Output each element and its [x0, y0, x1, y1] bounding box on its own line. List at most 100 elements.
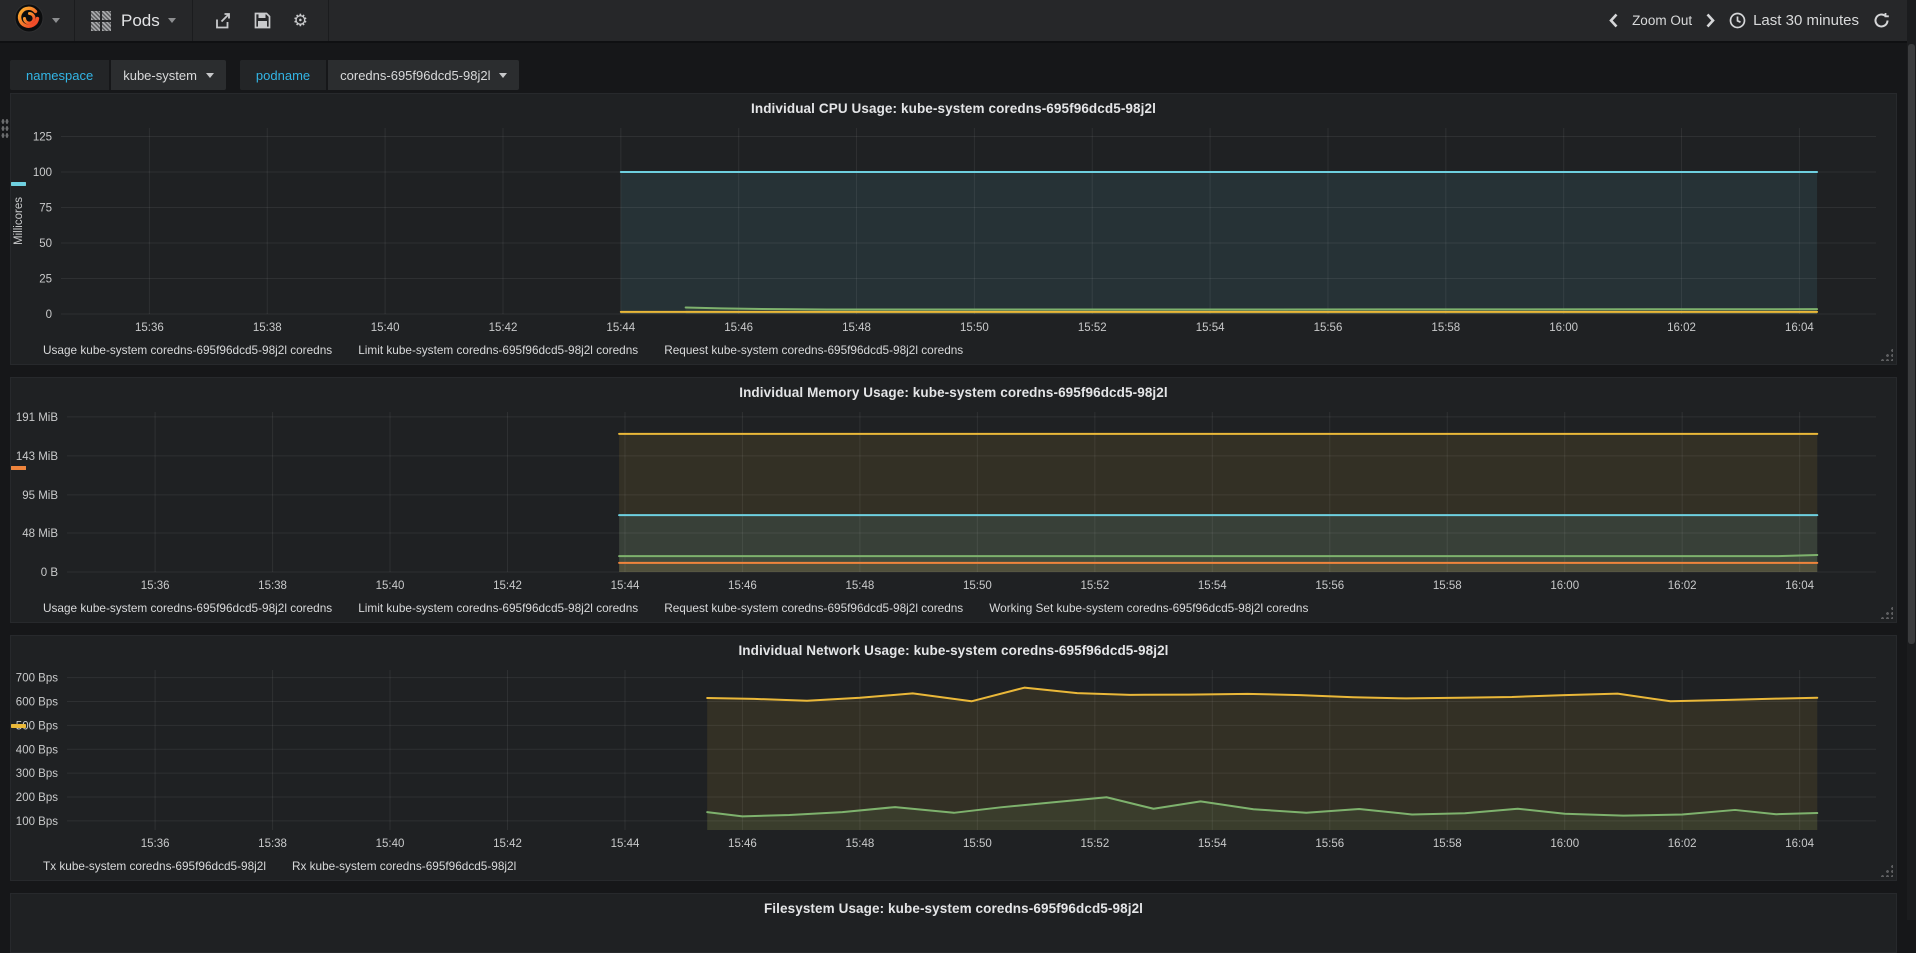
svg-text:95 MiB: 95 MiB — [22, 490, 58, 502]
legend-color-dash-icon — [11, 182, 26, 186]
legend-item[interactable]: Rx kube-system coredns-695f96dcd5-98j2l — [11, 724, 517, 873]
svg-text:25: 25 — [39, 274, 52, 286]
row-drag-handle[interactable] — [1, 118, 9, 140]
grafana-menu-button[interactable] — [0, 0, 75, 41]
legend-item[interactable]: Usage kube-system coredns-695f96dcd5-98j… — [11, 466, 333, 615]
svg-text:15:50: 15:50 — [963, 580, 992, 592]
svg-text:15:36: 15:36 — [141, 838, 170, 850]
svg-text:16:04: 16:04 — [1785, 580, 1814, 592]
svg-text:15:44: 15:44 — [611, 838, 640, 850]
svg-text:100: 100 — [33, 167, 52, 179]
network-chart-legend: Tx kube-system coredns-695f96dcd5-98j2l R… — [11, 724, 1896, 876]
chevron-down-icon — [205, 72, 214, 78]
svg-text:15:52: 15:52 — [1080, 580, 1109, 592]
svg-text:16:02: 16:02 — [1668, 838, 1697, 850]
save-button[interactable] — [254, 12, 271, 29]
svg-text:700 Bps: 700 Bps — [16, 673, 58, 685]
svg-text:125: 125 — [33, 132, 52, 144]
legend-label: Usage kube-system coredns-695f96dcd5-98j… — [43, 601, 333, 615]
cpu-usage-chart[interactable]: 0 25 50 75 100 125 15:36 15:38 15:40 15:42 15:44 15… — [11, 120, 1896, 338]
panel-title[interactable]: Filesystem Usage: kube-system coredns-69… — [11, 894, 1896, 920]
variable-podname-value[interactable]: coredns-695f96dcd5-98j2l — [328, 60, 520, 90]
svg-text:15:58: 15:58 — [1433, 838, 1462, 850]
svg-text:15:46: 15:46 — [728, 580, 757, 592]
time-range-picker[interactable]: Last 30 minutes — [1729, 12, 1859, 29]
network-usage-chart[interactable]: 100 Bps 200 Bps 300 Bps 400 Bps 500 Bps 600 B… — [11, 662, 1896, 854]
svg-text:0: 0 — [46, 309, 52, 321]
svg-text:16:02: 16:02 — [1668, 580, 1697, 592]
dashboard-body: Individual CPU Usage: kube-system coredn… — [0, 88, 1916, 953]
variable-value-text: coredns-695f96dcd5-98j2l — [340, 67, 491, 83]
svg-text:15:48: 15:48 — [842, 322, 871, 334]
svg-text:15:52: 15:52 — [1078, 322, 1107, 334]
dashboard-picker[interactable]: Pods — [75, 0, 193, 41]
variable-namespace-value[interactable]: kube-system — [111, 60, 226, 90]
svg-text:15:58: 15:58 — [1431, 322, 1460, 334]
svg-text:15:54: 15:54 — [1198, 580, 1227, 592]
svg-text:15:48: 15:48 — [846, 838, 875, 850]
svg-text:16:04: 16:04 — [1785, 838, 1814, 850]
time-controls: Zoom Out Last 30 minutes — [1609, 0, 1916, 41]
svg-text:15:54: 15:54 — [1198, 838, 1227, 850]
scrollbar-thumb[interactable] — [1908, 44, 1915, 644]
legend-item[interactable]: Limit kube-system coredns-695f96dcd5-98j… — [11, 466, 639, 615]
panel-title[interactable]: Individual Memory Usage: kube-system cor… — [11, 378, 1896, 404]
legend-item[interactable]: Working Set kube-system coredns-695f96dc… — [11, 466, 1308, 615]
legend-label: Limit kube-system coredns-695f96dcd5-98j… — [358, 601, 639, 615]
panel-title[interactable]: Individual CPU Usage: kube-system coredn… — [11, 94, 1896, 120]
svg-text:15:44: 15:44 — [611, 580, 640, 592]
chevron-down-icon — [52, 18, 60, 23]
legend-label: Request kube-system coredns-695f96dcd5-9… — [664, 601, 964, 615]
svg-text:300 Bps: 300 Bps — [16, 768, 58, 780]
svg-text:15:42: 15:42 — [493, 580, 522, 592]
svg-text:15:42: 15:42 — [489, 322, 518, 334]
legend-item[interactable]: Limit kube-system coredns-695f96dcd5-98j… — [11, 182, 638, 357]
chevron-down-icon — [167, 18, 176, 23]
time-forward-button[interactable] — [1706, 13, 1715, 28]
memory-usage-chart[interactable]: 0 B 48 MiB 95 MiB 143 MiB 191 MiB 15:36 15:38 1… — [11, 404, 1896, 596]
panel-title[interactable]: Individual Network Usage: kube-system co… — [11, 636, 1896, 662]
legend-item[interactable]: Usage kube-system coredns-695f96dcd5-98j… — [11, 182, 332, 357]
legend-item[interactable]: Tx kube-system coredns-695f96dcd5-98j2l — [11, 724, 266, 873]
svg-text:15:44: 15:44 — [606, 322, 635, 334]
panel-memory: Individual Memory Usage: kube-system cor… — [10, 377, 1897, 623]
svg-text:0 B: 0 B — [41, 567, 59, 579]
svg-text:600 Bps: 600 Bps — [16, 697, 58, 709]
legend-item[interactable]: Request kube-system coredns-695f96dcd5-9… — [11, 466, 964, 615]
legend-item[interactable]: Request kube-system coredns-695f96dcd5-9… — [11, 182, 964, 357]
svg-text:15:54: 15:54 — [1196, 322, 1225, 334]
share-icon — [215, 12, 230, 28]
time-back-button[interactable] — [1609, 13, 1618, 28]
svg-text:15:40: 15:40 — [376, 838, 405, 850]
zoom-out-button[interactable]: Zoom Out — [1632, 13, 1692, 28]
chevron-right-icon — [1706, 13, 1715, 28]
svg-text:15:40: 15:40 — [371, 322, 400, 334]
grafana-logo-icon — [14, 3, 44, 38]
panel-filesystem: Filesystem Usage: kube-system coredns-69… — [10, 893, 1897, 953]
svg-text:15:48: 15:48 — [846, 580, 875, 592]
svg-text:16:02: 16:02 — [1667, 322, 1696, 334]
svg-text:16:00: 16:00 — [1550, 838, 1579, 850]
page-scrollbar — [1907, 0, 1916, 920]
chevron-left-icon — [1609, 13, 1618, 28]
settings-button[interactable]: ⚙ — [293, 12, 308, 29]
dashboard-title: Pods — [121, 10, 160, 30]
memory-chart-legend: Usage kube-system coredns-695f96dcd5-98j… — [11, 466, 1896, 618]
variable-podname-label[interactable]: podname — [239, 60, 327, 90]
legend-label: Request kube-system coredns-695f96dcd5-9… — [664, 343, 964, 357]
svg-text:15:38: 15:38 — [253, 322, 282, 334]
clock-icon — [1729, 12, 1746, 29]
refresh-icon — [1874, 13, 1889, 28]
legend-label: Rx kube-system coredns-695f96dcd5-98j2l — [291, 859, 517, 873]
svg-text:15:38: 15:38 — [258, 580, 287, 592]
refresh-button[interactable] — [1873, 12, 1890, 29]
legend-color-dash-icon — [11, 724, 26, 728]
svg-text:15:56: 15:56 — [1315, 838, 1344, 850]
svg-text:48 MiB: 48 MiB — [22, 528, 58, 540]
svg-text:75: 75 — [39, 203, 52, 215]
svg-text:15:52: 15:52 — [1080, 838, 1109, 850]
svg-text:100 Bps: 100 Bps — [16, 816, 58, 828]
svg-text:143 MiB: 143 MiB — [16, 451, 59, 463]
variable-namespace-label[interactable]: namespace — [10, 60, 110, 90]
share-button[interactable] — [213, 12, 232, 30]
